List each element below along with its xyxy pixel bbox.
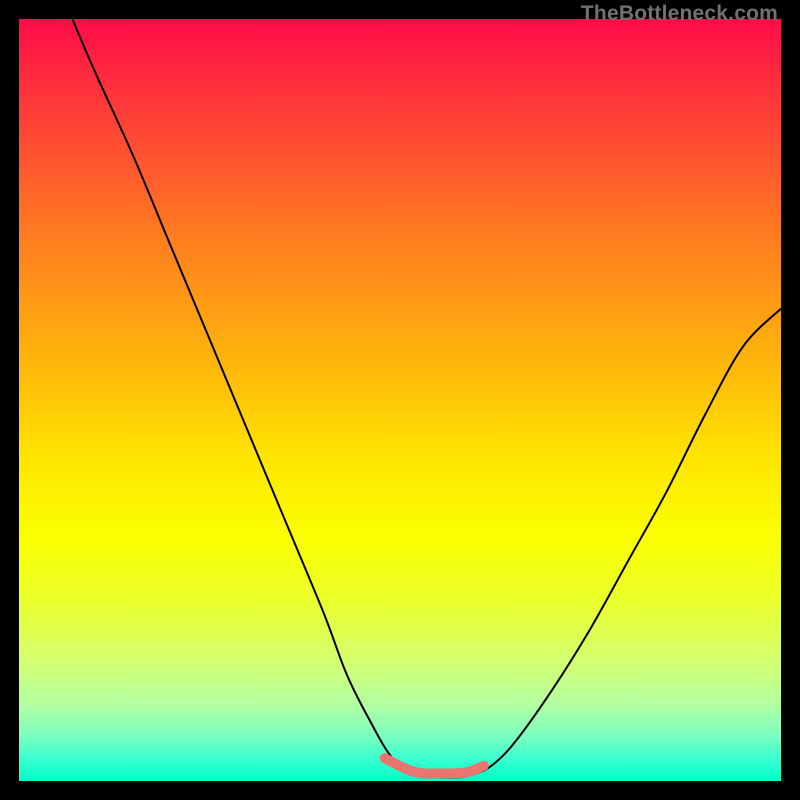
chart-svg — [19, 19, 781, 781]
bottleneck-curve — [72, 19, 781, 778]
chart-container: TheBottleneck.com — [0, 0, 800, 800]
plot-area — [19, 19, 781, 781]
watermark-text: TheBottleneck.com — [581, 2, 778, 26]
optimal-range-marker — [385, 758, 484, 774]
